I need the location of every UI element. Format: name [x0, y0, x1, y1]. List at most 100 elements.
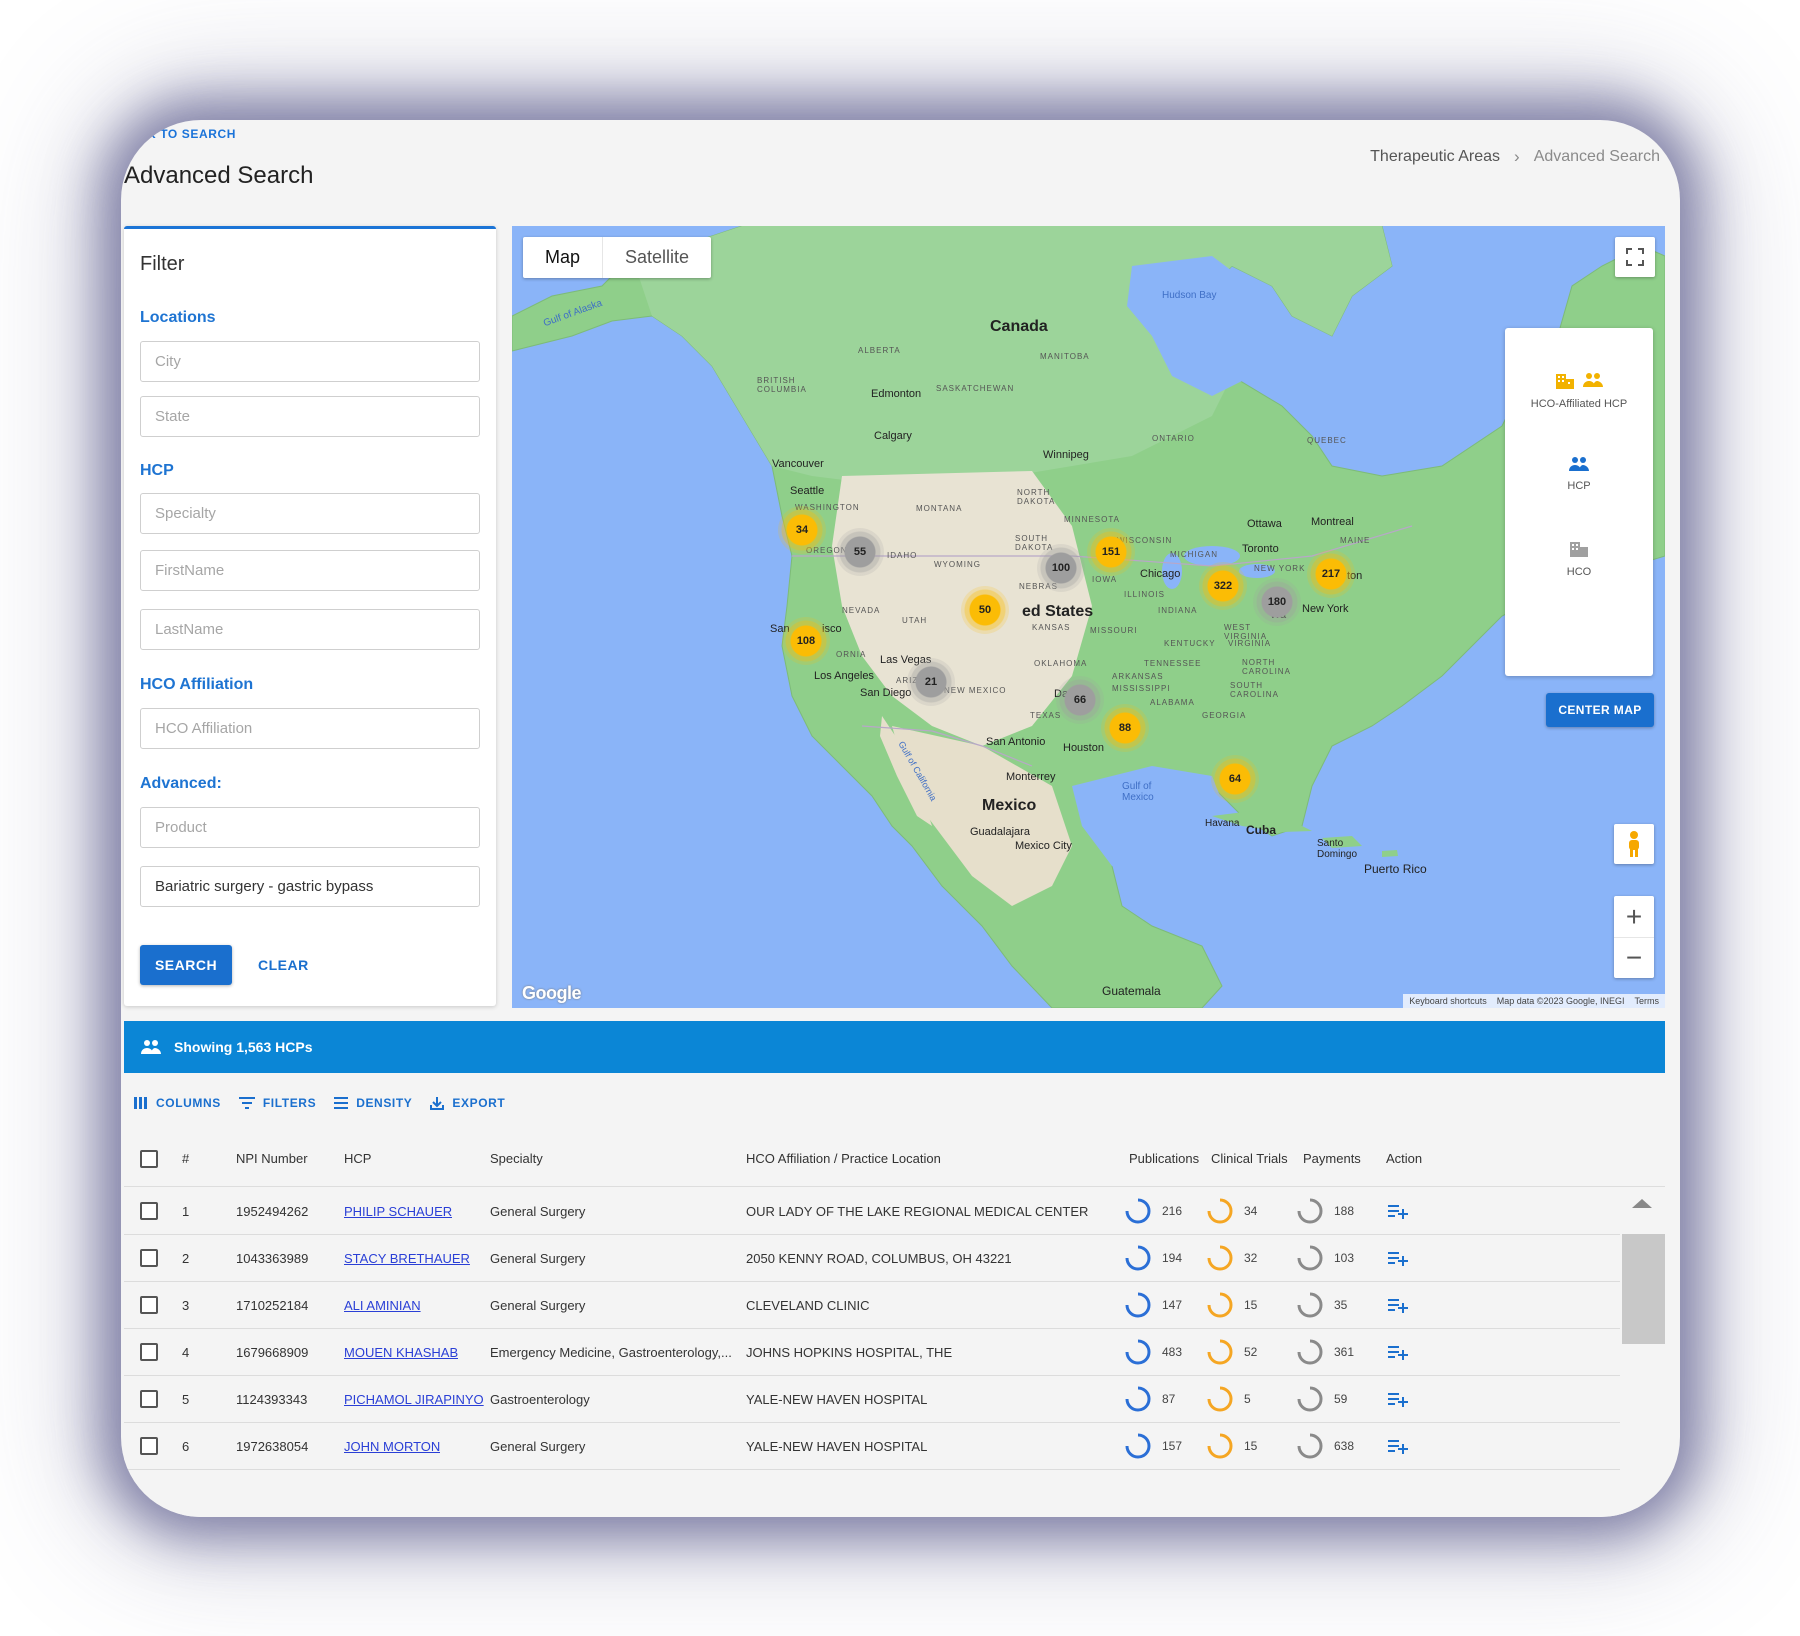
row-clinical-trials[interactable]: 15: [1206, 1282, 1257, 1328]
keyboard-shortcuts-link[interactable]: Keyboard shortcuts: [1409, 996, 1487, 1006]
table-row[interactable]: 2 1043363989 STACY BRETHAUER General Surger…: [124, 1235, 1620, 1282]
center-map-button[interactable]: CENTER MAP: [1546, 693, 1654, 727]
col-clinical-trials[interactable]: Clinical Trials: [1211, 1131, 1288, 1186]
row-hcp-link[interactable]: PHILIP SCHAUER: [344, 1204, 452, 1219]
row-hcp-link[interactable]: STACY BRETHAUER: [344, 1251, 470, 1266]
row-checkbox[interactable]: [140, 1329, 158, 1375]
hco-affiliation-input[interactable]: HCO Affiliation: [140, 708, 480, 749]
product-input[interactable]: Product: [140, 807, 480, 848]
legend-hcp[interactable]: HCP: [1505, 456, 1653, 492]
grid-scrollbar[interactable]: [1620, 1188, 1665, 1517]
map-cluster-yellow[interactable]: 322: [1199, 562, 1247, 610]
row-clinical-trials[interactable]: 15: [1206, 1423, 1257, 1469]
row-publications[interactable]: 87: [1124, 1376, 1175, 1422]
select-all-checkbox[interactable]: [140, 1131, 158, 1186]
row-action[interactable]: [1388, 1235, 1408, 1281]
table-row[interactable]: 5 1124393343 PICHAMOL JIRAPINYO Gastroenter…: [124, 1376, 1620, 1423]
map-cluster-yellow[interactable]: 217: [1307, 550, 1355, 598]
clear-button[interactable]: CLEAR: [258, 957, 309, 973]
col-hco[interactable]: HCO Affiliation / Practice Location: [746, 1131, 941, 1186]
last-name-input[interactable]: LastName: [140, 609, 480, 650]
search-button[interactable]: SEARCH: [140, 945, 232, 985]
export-button[interactable]: EXPORT: [430, 1096, 505, 1110]
map-cluster-gray[interactable]: 55: [836, 528, 884, 576]
map-cluster-gray[interactable]: 21: [907, 658, 955, 706]
zoom-out-button[interactable]: −: [1614, 937, 1654, 978]
col-publications[interactable]: Publications: [1129, 1131, 1199, 1186]
map-cluster-yellow[interactable]: 108: [782, 617, 830, 665]
row-publications[interactable]: 194: [1124, 1235, 1182, 1281]
row-publications[interactable]: 483: [1124, 1329, 1182, 1375]
playlist-add-icon[interactable]: [1388, 1391, 1408, 1407]
map-cluster-gray[interactable]: 66: [1056, 676, 1104, 724]
map-view[interactable]: Canada ed States Mexico Cuba Havana Guat…: [512, 226, 1665, 1008]
row-clinical-trials[interactable]: 32: [1206, 1235, 1257, 1281]
filters-button[interactable]: FILTERS: [238, 1096, 316, 1110]
map-cluster-yellow[interactable]: 64: [1211, 755, 1259, 803]
row-action[interactable]: [1388, 1188, 1408, 1234]
row-action[interactable]: [1388, 1329, 1408, 1375]
row-payments[interactable]: 361: [1296, 1329, 1354, 1375]
tab-satellite[interactable]: Satellite: [602, 237, 711, 278]
first-name-input[interactable]: FirstName: [140, 550, 480, 591]
col-specialty[interactable]: Specialty: [490, 1131, 543, 1186]
map-cluster-yellow[interactable]: 151: [1087, 528, 1135, 576]
row-checkbox[interactable]: [140, 1188, 158, 1234]
row-publications[interactable]: 216: [1124, 1188, 1182, 1234]
row-hcp-link[interactable]: ALI AMINIAN: [344, 1298, 421, 1313]
columns-button[interactable]: COLUMNS: [134, 1096, 221, 1110]
table-row[interactable]: 3 1710252184 ALI AMINIAN General Surgery CLE…: [124, 1282, 1620, 1329]
table-row[interactable]: 4 1679668909 MOUEN KHASHAB Emergency Medici…: [124, 1329, 1620, 1376]
playlist-add-icon[interactable]: [1388, 1297, 1408, 1313]
col-payments[interactable]: Payments: [1303, 1131, 1361, 1186]
map-cluster-yellow[interactable]: 50: [961, 586, 1009, 634]
row-checkbox[interactable]: [140, 1282, 158, 1328]
scrollbar-thumb[interactable]: [1622, 1234, 1665, 1344]
table-row[interactable]: 1 1952494262 PHILIP SCHAUER General Surgery…: [124, 1188, 1620, 1235]
col-hcp[interactable]: HCP: [344, 1131, 371, 1186]
row-action[interactable]: [1388, 1376, 1408, 1422]
zoom-in-button[interactable]: +: [1614, 896, 1654, 937]
row-payments[interactable]: 638: [1296, 1423, 1354, 1469]
row-hcp-link[interactable]: PICHAMOL JIRAPINYO: [344, 1392, 484, 1407]
playlist-add-icon[interactable]: [1388, 1438, 1408, 1454]
density-button[interactable]: DENSITY: [334, 1096, 412, 1110]
playlist-add-icon[interactable]: [1388, 1250, 1408, 1266]
col-action[interactable]: Action: [1386, 1131, 1422, 1186]
map-cluster-gray[interactable]: 100: [1037, 544, 1085, 592]
row-payments[interactable]: 188: [1296, 1188, 1354, 1234]
fullscreen-button[interactable]: [1615, 237, 1655, 277]
row-clinical-trials[interactable]: 34: [1206, 1188, 1257, 1234]
specialty-input[interactable]: Specialty: [140, 493, 480, 534]
street-view-button[interactable]: [1614, 824, 1654, 864]
row-checkbox[interactable]: [140, 1235, 158, 1281]
tab-map[interactable]: Map: [523, 237, 602, 278]
procedure-input[interactable]: Bariatric surgery - gastric bypass: [140, 866, 480, 907]
legend-hco-affiliated-hcp[interactable]: HCO-Affiliated HCP: [1505, 372, 1653, 410]
map-cluster-gray[interactable]: 180: [1253, 578, 1301, 626]
terms-link[interactable]: Terms: [1635, 996, 1660, 1006]
row-action[interactable]: [1388, 1282, 1408, 1328]
row-action[interactable]: [1388, 1423, 1408, 1469]
state-input[interactable]: State: [140, 396, 480, 437]
breadcrumb-therapeutic-areas[interactable]: Therapeutic Areas: [1370, 148, 1500, 166]
map-cluster-yellow[interactable]: 88: [1101, 704, 1149, 752]
row-payments[interactable]: 103: [1296, 1235, 1354, 1281]
scroll-up-icon[interactable]: [1620, 1188, 1665, 1218]
playlist-add-icon[interactable]: [1388, 1203, 1408, 1219]
row-hcp-link[interactable]: JOHN MORTON: [344, 1439, 440, 1454]
col-npi[interactable]: NPI Number: [236, 1131, 308, 1186]
row-checkbox[interactable]: [140, 1423, 158, 1469]
col-index[interactable]: #: [182, 1131, 189, 1186]
row-clinical-trials[interactable]: 5: [1206, 1376, 1251, 1422]
playlist-add-icon[interactable]: [1388, 1344, 1408, 1360]
row-payments[interactable]: 59: [1296, 1376, 1347, 1422]
table-row[interactable]: 6 1972638054 JOHN MORTON General Surgery YAL…: [124, 1423, 1620, 1470]
row-checkbox[interactable]: [140, 1376, 158, 1422]
legend-hco[interactable]: HCO: [1505, 540, 1653, 578]
back-to-search-link[interactable]: K TO SEARCH: [147, 127, 236, 141]
city-input[interactable]: City: [140, 341, 480, 382]
row-payments[interactable]: 35: [1296, 1282, 1347, 1328]
map-cluster-yellow[interactable]: 34: [778, 506, 826, 554]
row-hcp-link[interactable]: MOUEN KHASHAB: [344, 1345, 458, 1360]
